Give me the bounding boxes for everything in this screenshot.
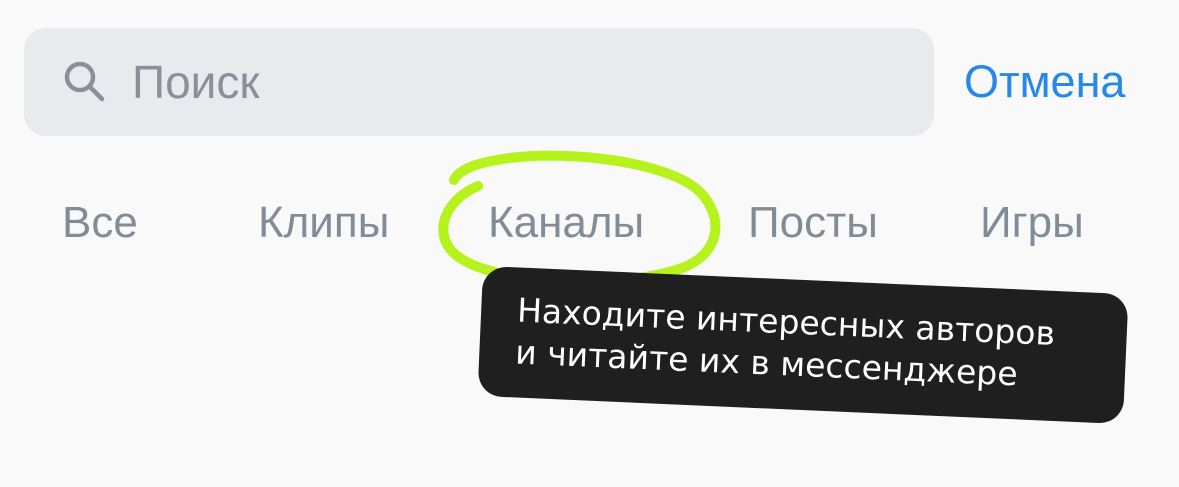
tooltip: Находите интересных авторов и читайте их… [477,265,1129,425]
tab-channels[interactable]: Каналы [488,193,644,253]
tab-posts[interactable]: Посты [748,193,878,253]
tab-all[interactable]: Все [62,193,138,253]
search-bar[interactable] [24,28,934,136]
search-input[interactable] [132,52,832,112]
tab-clips[interactable]: Клипы [258,193,389,253]
search-icon [64,61,105,102]
cancel-button[interactable]: Отмена [964,52,1125,112]
tab-games[interactable]: Игры [980,193,1084,253]
